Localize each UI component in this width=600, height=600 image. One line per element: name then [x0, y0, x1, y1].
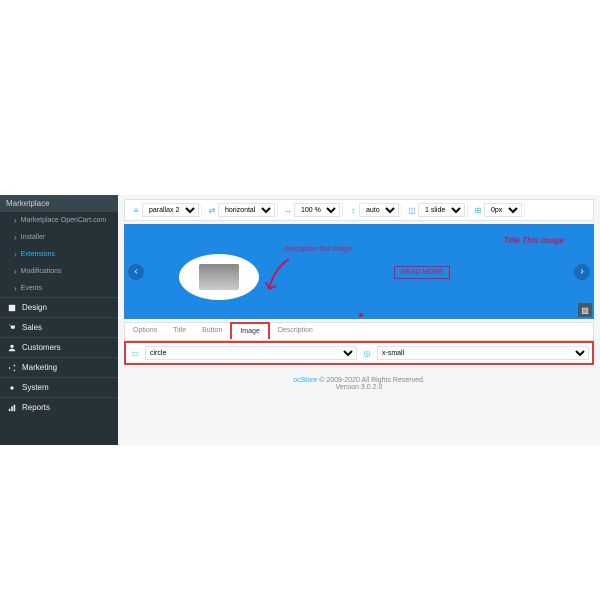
slides-icon: ◫: [406, 204, 418, 216]
cart-icon: [8, 324, 16, 332]
sidebar-item-events[interactable]: Events: [0, 280, 118, 297]
content: ≡parallax 2 ⇄horizontal ↔100 % ↕auto ◫1 …: [118, 195, 600, 445]
chevron-icon: [14, 284, 17, 293]
chevron-icon: [14, 267, 17, 276]
version-text: Version 3.0.2.0: [336, 384, 383, 391]
slides-select[interactable]: 1 slide: [418, 203, 465, 217]
slide-preview: ‹ › description this image Title This im…: [124, 224, 594, 319]
sidebar-item-installer[interactable]: Installer: [0, 229, 118, 246]
laptop-image: [199, 264, 239, 290]
annotation-arrow: [264, 254, 294, 294]
chevron-icon: [14, 216, 17, 225]
sidebar-section-marketplace: Marketplace: [0, 195, 118, 212]
share-icon: [8, 364, 16, 372]
width-icon: ↔: [282, 204, 294, 216]
tab-button[interactable]: Button: [194, 323, 230, 340]
sidebar-item-reports[interactable]: Reports: [0, 397, 118, 417]
tab-image[interactable]: Image: [230, 322, 269, 339]
tab-options[interactable]: Options: [125, 323, 165, 340]
gear-icon: [8, 384, 16, 392]
brand-link[interactable]: ocStore: [293, 377, 317, 384]
tab-description[interactable]: Description: [270, 323, 321, 340]
tab-title[interactable]: Title: [165, 323, 194, 340]
toolbar: ≡parallax 2 ⇄horizontal ↔100 % ↕auto ◫1 …: [124, 199, 594, 221]
direction-select[interactable]: horizontal: [218, 203, 275, 217]
sidebar-item-system[interactable]: System: [0, 377, 118, 397]
shape-select[interactable]: circle: [145, 346, 357, 360]
sidebar-item-modifications[interactable]: Modifications: [0, 263, 118, 280]
sidebar-item-marketing[interactable]: Marketing: [0, 357, 118, 377]
image-placeholder-icon[interactable]: ▨: [578, 303, 592, 317]
sidebar-item-customers[interactable]: Customers: [0, 337, 118, 357]
shape-icon: ▭: [129, 349, 141, 358]
sidebar-item-extensions[interactable]: Extensions: [0, 246, 118, 263]
gap-icon: ⊞: [472, 204, 484, 216]
user-icon: [8, 344, 16, 352]
height-select[interactable]: auto: [359, 203, 399, 217]
gap-select[interactable]: 0px: [484, 203, 522, 217]
height-icon: ↕: [347, 204, 359, 216]
slide-image-circle: [179, 254, 259, 300]
width-select[interactable]: 100 %: [294, 203, 340, 217]
tabs: Options Title Button Image Description: [124, 322, 594, 341]
sidebar-item-marketplace-oc[interactable]: Marketplace OpenCart.com: [0, 212, 118, 229]
chevron-icon: [14, 250, 17, 259]
chart-icon: [8, 404, 16, 412]
design-icon: [8, 304, 16, 312]
sidebar: Marketplace Marketplace OpenCart.com Ins…: [0, 195, 118, 445]
slide-title: Title This image: [504, 236, 564, 245]
sidebar-item-design[interactable]: Design: [0, 297, 118, 317]
size-select[interactable]: x-small: [377, 346, 589, 360]
effect-select[interactable]: parallax 2: [142, 203, 199, 217]
sidebar-item-sales[interactable]: Sales: [0, 317, 118, 337]
footer: ocStore © 2009-2020 All Rights Reserved.…: [124, 377, 594, 391]
prev-button[interactable]: ‹: [128, 264, 144, 280]
effect-icon: ≡: [130, 204, 142, 216]
pagination-dot[interactable]: [359, 313, 363, 317]
image-tab-panel: ▭ circle ◎ x-small: [124, 341, 594, 365]
slide-description: description this image: [284, 246, 352, 253]
read-more-button[interactable]: READ MORE: [394, 266, 450, 279]
size-icon: ◎: [361, 349, 373, 358]
next-button[interactable]: ›: [574, 264, 590, 280]
direction-icon: ⇄: [206, 204, 218, 216]
chevron-icon: [14, 233, 17, 242]
